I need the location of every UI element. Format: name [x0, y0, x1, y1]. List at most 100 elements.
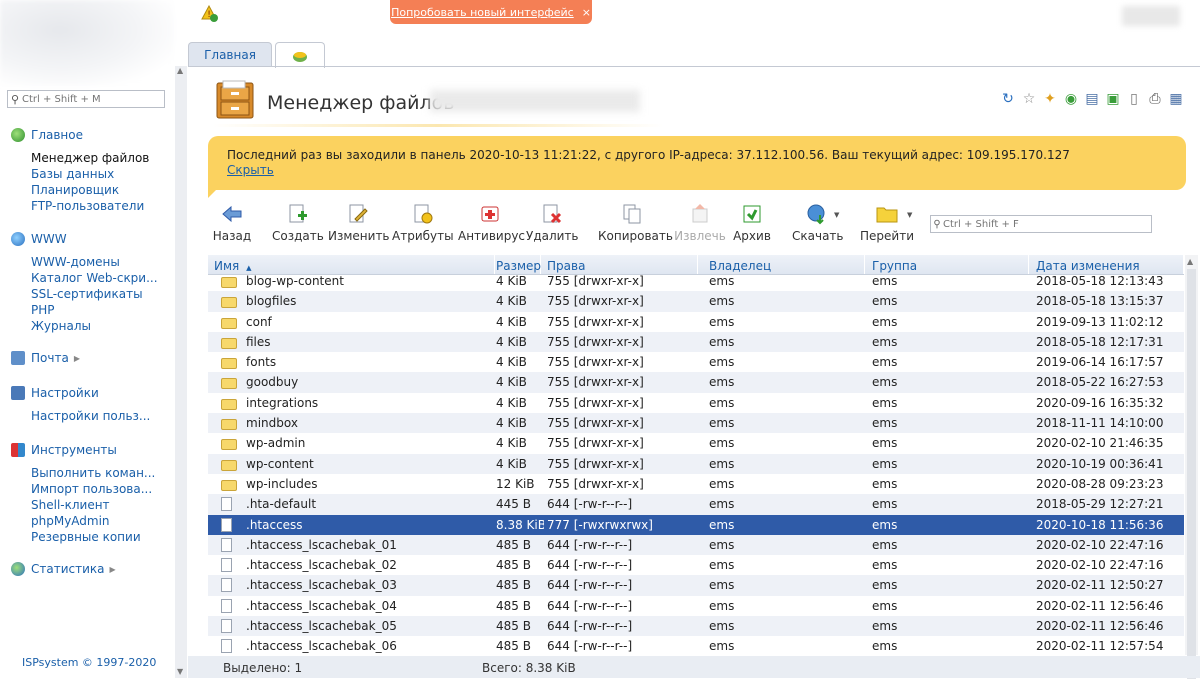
button-label: Перейти [860, 229, 914, 243]
table-row[interactable]: conf 4 KiB 755 [drwxr-xr-x] ems ems 2019-09-1… [208, 311, 1184, 332]
column-header-group[interactable]: Группа [866, 255, 1029, 274]
nav-group-tools-header[interactable]: Инструменты [11, 441, 155, 459]
column-header-modified[interactable]: Дата изменения [1030, 255, 1184, 274]
row-icon-cell [221, 436, 237, 451]
file-name-cell: wp-admin [246, 436, 306, 451]
file-icon [221, 598, 232, 613]
permissions-cell: 644 [-rw-r--r--] [547, 537, 633, 552]
chevron-down-icon[interactable]: ▼ [834, 211, 839, 219]
chevron-down-icon[interactable]: ▼ [907, 211, 912, 219]
table-row[interactable]: .htaccess_lscachebak_01 485 B 644 [-rw-r--… [208, 534, 1184, 556]
nav-item-ftp-users[interactable]: FTP-пользователи [31, 198, 149, 214]
create-button[interactable]: Создать [272, 200, 324, 243]
table-row[interactable]: files 4 KiB 755 [drwxr-xr-x] ems ems 2018-05-… [208, 331, 1184, 353]
menu-search-box[interactable]: ⚲ [7, 90, 165, 108]
nav-group-mail-header[interactable]: Почта ▶ [11, 349, 80, 367]
table-row[interactable]: goodbuy 4 KiB 755 [drwxr-xr-x] ems ems 2018-0… [208, 372, 1184, 393]
column-header-owner[interactable]: Владелец [703, 255, 865, 274]
nav-item-user-settings[interactable]: Настройки польз... [31, 408, 150, 424]
table-row[interactable]: integrations 4 KiB 755 [drwxr-xr-x] ems ems 2… [208, 392, 1184, 414]
file-size-cell: 8.38 KiB [496, 517, 544, 532]
try-new-interface-link[interactable]: Попробовать новый интерфейс [391, 6, 574, 19]
scroll-down-icon[interactable]: ▼ [177, 667, 183, 676]
file-size-cell: 485 B [496, 639, 531, 654]
column-header-permissions[interactable]: Права [541, 255, 698, 274]
tab-file-manager[interactable] [275, 42, 325, 68]
refresh-icon[interactable]: ↻ [1000, 91, 1016, 107]
nav-item-logs[interactable]: Журналы [31, 318, 158, 334]
nav-group-www-header[interactable]: WWW [11, 230, 158, 248]
owner-cell: ems [709, 355, 735, 370]
table-search-box[interactable]: ⚲ [930, 215, 1152, 233]
print-icon[interactable]: ⎙ [1147, 91, 1163, 107]
column-header-name[interactable]: Имя ▲ [208, 255, 495, 274]
table-row[interactable]: wp-includes 12 KiB 755 [drwxr-xr-x] ems ems 2… [208, 473, 1184, 495]
antivirus-button[interactable]: Антивирус [458, 200, 525, 243]
nav-item-file-manager[interactable]: Менеджер файлов [31, 150, 149, 166]
nav-item-import-users[interactable]: Импорт пользова... [31, 481, 155, 497]
archive-button[interactable]: Архив [730, 200, 774, 243]
nav-group-main-header[interactable]: Главное [11, 126, 149, 144]
download-button[interactable]: Скачать [792, 200, 844, 243]
table-row[interactable]: .hta-default 445 B 644 [-rw-r--r--] ems ems 2… [208, 494, 1184, 515]
menu-search-input[interactable] [22, 93, 152, 105]
nav-group-settings-header[interactable]: Настройки [11, 384, 150, 402]
scroll-up-icon[interactable]: ▲ [177, 66, 183, 75]
table-row[interactable]: mindbox 4 KiB 755 [drwxr-xr-x] ems ems 2018-1… [208, 413, 1184, 434]
file-table-body: blog-wp-content 4 KiB 755 [drwxr-xr-x] ems e… [208, 271, 1184, 655]
nav-item-shell-client[interactable]: Shell-клиент [31, 497, 155, 513]
nav-group-stats-header[interactable]: Статистика ▶ [11, 560, 116, 578]
back-button[interactable]: Назад [210, 200, 254, 243]
edit-button[interactable]: Изменить [328, 200, 390, 243]
delete-button[interactable]: Удалить [526, 200, 579, 243]
table-row[interactable]: .htaccess_lscachebak_04 485 B 644 [-rw-r--… [208, 595, 1184, 617]
nav-item-phpmyadmin[interactable]: phpMyAdmin [31, 513, 155, 529]
hide-notice-link[interactable]: Скрыть [227, 163, 274, 177]
table-row[interactable]: wp-content 4 KiB 755 [drwxr-xr-x] ems ems 202… [208, 453, 1184, 474]
file-size-cell: 4 KiB [496, 294, 527, 309]
document-icon[interactable]: ▤ [1084, 91, 1100, 107]
scrollbar-thumb[interactable] [1187, 269, 1196, 679]
pin-icon[interactable]: ✦ [1042, 91, 1058, 107]
sidebar-scrollbar[interactable]: ▲ ▼ [175, 66, 187, 678]
table-search-input[interactable] [943, 218, 1143, 230]
star-icon[interactable]: ☆ [1021, 91, 1037, 107]
goto-button[interactable]: Перейти [860, 200, 914, 243]
copyright-link[interactable]: ISPsystem © 1997-2020 [22, 656, 156, 669]
table-row[interactable]: .htaccess_lscachebak_02 485 B 644 [-rw-r--… [208, 555, 1184, 576]
table-row[interactable]: .htaccess_lscachebak_05 485 B 644 [-rw-r--… [208, 616, 1184, 637]
nav-group-www: WWW WWW-домены Каталог Web-скри... SSL-с… [11, 230, 158, 334]
copy-page-icon[interactable]: ▯ [1126, 91, 1142, 107]
table-row[interactable]: blogfiles 4 KiB 755 [drwxr-xr-x] ems ems 2018… [208, 291, 1184, 312]
nav-item-web-scripts[interactable]: Каталог Web-скри... [31, 270, 158, 286]
group-cell: ems [872, 517, 898, 532]
path-blurred [430, 90, 640, 112]
scroll-up-icon[interactable]: ▲ [1187, 257, 1193, 266]
nav-item-www-domains[interactable]: WWW-домены [31, 254, 158, 270]
file-icon [221, 497, 232, 512]
attributes-button[interactable]: Атрибуты [392, 200, 454, 243]
table-row[interactable]: .htaccess_lscachebak_03 485 B 644 [-rw-r--… [208, 575, 1184, 596]
warning-icon[interactable]: ! [201, 5, 219, 23]
table-row[interactable]: wp-admin 4 KiB 755 [drwxr-xr-x] ems ems 2020-… [208, 433, 1184, 454]
nav-item-databases[interactable]: Базы данных [31, 166, 149, 182]
close-icon[interactable]: × [582, 6, 591, 19]
copy-button[interactable]: Копировать [598, 200, 673, 243]
nav-item-ssl[interactable]: SSL-сертификаты [31, 286, 158, 302]
export-icon[interactable]: ▣ [1105, 91, 1121, 107]
nav-item-run-command[interactable]: Выполнить коман... [31, 465, 155, 481]
nav-item-backups[interactable]: Резервные копии [31, 529, 155, 545]
nav-item-scheduler[interactable]: Планировщик [31, 182, 149, 198]
table-row[interactable]: .htaccess 8.38 KiB 777 [-rwxrwxrwx] ems ems 2… [208, 514, 1184, 535]
modified-date-cell: 2019-06-14 16:17:57 [1036, 355, 1164, 370]
globe-icon[interactable]: ◉ [1063, 91, 1079, 107]
settings-table-icon[interactable]: ▦ [1168, 91, 1184, 107]
table-row[interactable]: .htaccess_lscachebak_06 485 B 644 [-rw-r--… [208, 636, 1184, 655]
table-row[interactable]: fonts 4 KiB 755 [drwxr-xr-x] ems ems 2019-06-… [208, 352, 1184, 373]
table-scrollbar[interactable]: ▲ [1185, 255, 1198, 679]
column-header-size[interactable]: Размер [490, 255, 541, 274]
tab-home[interactable]: Главная [188, 42, 272, 67]
nav-item-php[interactable]: PHP [31, 302, 158, 318]
extract-button[interactable]: Извлечь [674, 200, 726, 243]
file-cabinet-icon [216, 80, 254, 119]
